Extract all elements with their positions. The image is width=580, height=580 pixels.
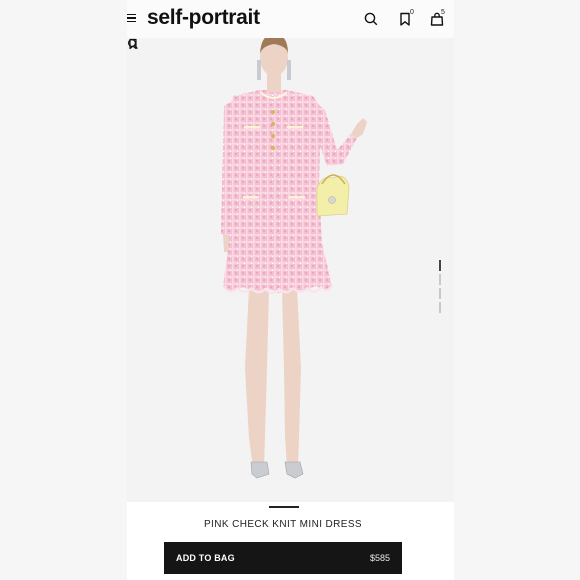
product-sheet: PINK CHECK KNIT MINI DRESS ADD TO BAG $5…: [127, 502, 454, 580]
app-screen: self-portrait 0 5 PINK CHECK KNIT MINI D…: [127, 0, 454, 580]
model-photo: [221, 38, 367, 479]
wishlist-count-badge: 0: [410, 9, 414, 16]
menu-icon[interactable]: [127, 14, 136, 23]
add-to-bag-button[interactable]: ADD TO BAG $585: [164, 542, 402, 574]
bag-count-badge: 5: [441, 9, 445, 16]
top-bar: self-portrait 0 5: [127, 0, 454, 38]
product-image[interactable]: [127, 38, 454, 502]
pagination-dot-active[interactable]: [439, 260, 441, 271]
product-price: $585: [369, 553, 390, 563]
sheet-drag-handle[interactable]: [269, 506, 299, 508]
search-icon[interactable]: [363, 11, 379, 27]
image-pagination[interactable]: [439, 260, 442, 316]
add-to-bag-label: ADD TO BAG: [176, 553, 235, 563]
brand-logo[interactable]: self-portrait: [147, 6, 260, 30]
pagination-dot[interactable]: [439, 302, 441, 313]
wishlist-icon[interactable]: [127, 38, 139, 50]
pagination-dot[interactable]: [439, 274, 441, 285]
product-title: PINK CHECK KNIT MINI DRESS: [203, 519, 363, 530]
pagination-dot[interactable]: [439, 288, 441, 299]
